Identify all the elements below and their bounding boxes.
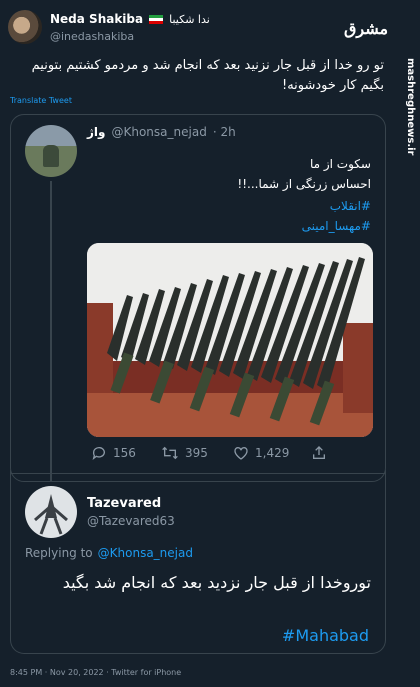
mashregh-logo: مشرق — [344, 6, 388, 50]
author-name-persian[interactable]: ندا شکیبا — [169, 13, 210, 26]
tweet-text: تو رو خدا از قبل جار نزنید بعد که انجام … — [31, 58, 384, 93]
like-stat[interactable]: 1,429 — [233, 445, 289, 461]
heart-icon — [234, 447, 248, 460]
share-icon — [313, 446, 325, 459]
site-watermark: mashreghnews.ir — [404, 58, 418, 158]
reply-text: توروخدا از قبل جار نزدید بعد که انجام شد… — [62, 573, 371, 592]
quoted-author-row[interactable]: واژ @Khonsa_nejad · 2h — [87, 125, 236, 139]
reply-author-handle[interactable]: @Tazevared63 — [87, 514, 175, 528]
replying-to: Replying to @Khonsa_nejad — [25, 546, 193, 560]
quoted-line-1: سکوت از ما — [309, 157, 371, 171]
quoted-time[interactable]: · 2h — [213, 125, 236, 139]
like-count: 1,429 — [255, 446, 290, 460]
author-avatar[interactable] — [8, 10, 42, 44]
quoted-author-handle[interactable]: @Khonsa_nejad — [111, 125, 206, 139]
logo-text: مشرق — [343, 18, 389, 38]
reply-author-name[interactable]: Tazevared — [87, 496, 161, 511]
tweet-timestamp[interactable]: 8:45 PM · Nov 20, 2022 · Twitter for iPh… — [10, 668, 181, 677]
retweet-stat[interactable]: 395 — [161, 445, 208, 461]
tweet-photo[interactable] — [87, 243, 373, 437]
hashtag-mahabad[interactable]: #Mahabad — [282, 626, 369, 645]
quoted-line-2: احساس زرنگی از شما...!! — [237, 177, 371, 191]
reply-card[interactable]: Tazevared @Tazevared63 Replying to @Khon… — [10, 470, 386, 654]
rifles-photo-illustration — [87, 243, 373, 437]
retweet-count: 395 — [185, 446, 208, 460]
replying-to-handle[interactable]: @Khonsa_nejad — [98, 546, 193, 560]
avatar-figure-icon — [34, 494, 68, 535]
avatar-figure — [43, 145, 59, 167]
retweet-icon — [162, 446, 178, 460]
author-name[interactable]: Neda Shakiba — [50, 12, 143, 26]
reply-icon — [92, 447, 105, 460]
author-handle[interactable]: @inedashakiba — [50, 30, 134, 43]
hashtag-enghelab[interactable]: #انقلاب — [330, 199, 371, 213]
author-name-row[interactable]: Neda Shakiba ندا شکیبا — [50, 12, 210, 26]
hashtag-mahsa-amini[interactable]: #مهسا_امینی — [302, 219, 371, 233]
share-stat[interactable] — [311, 445, 327, 461]
reply-count: 156 — [113, 446, 136, 460]
quoted-author-avatar[interactable] — [25, 125, 77, 177]
iran-flag-icon — [149, 14, 164, 24]
site-watermark-text: mashreghnews.ir — [405, 58, 416, 156]
thread-line — [50, 181, 52, 481]
replying-to-prefix: Replying to — [25, 546, 93, 560]
reply-stat[interactable]: 156 — [91, 445, 136, 461]
quoted-author-name[interactable]: واژ — [87, 125, 105, 139]
reply-author-avatar[interactable] — [25, 486, 77, 538]
translate-tweet-link[interactable]: Translate Tweet — [10, 96, 72, 105]
quoted-tweet-card[interactable]: واژ @Khonsa_nejad · 2h سکوت از ما احساس … — [10, 114, 386, 482]
